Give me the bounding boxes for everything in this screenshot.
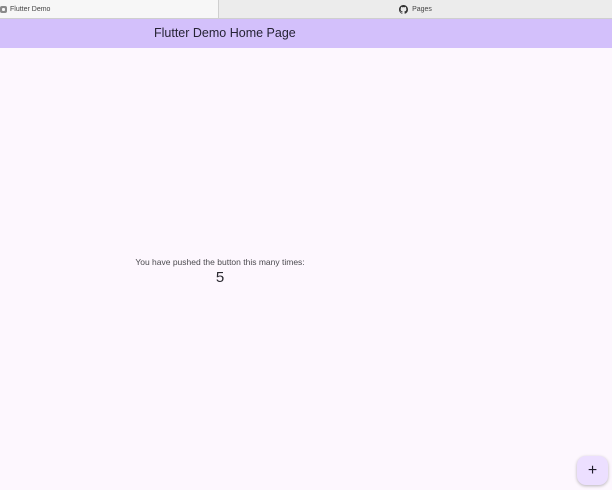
tab-pages[interactable]: Pages xyxy=(219,0,612,18)
page-title: Flutter Demo Home Page xyxy=(154,26,296,40)
increment-button[interactable]: + xyxy=(577,456,608,485)
tab-label: Pages xyxy=(412,5,432,13)
plus-icon: + xyxy=(587,461,598,479)
main-content: You have pushed the button this many tim… xyxy=(0,48,440,490)
app-bar: Flutter Demo Home Page xyxy=(0,19,612,48)
counter-label: You have pushed the button this many tim… xyxy=(135,257,305,267)
github-icon xyxy=(399,4,409,14)
counter-value: 5 xyxy=(215,269,225,286)
tab-label: Flutter Demo xyxy=(10,5,51,13)
flutter-icon xyxy=(0,5,7,13)
browser-tab-bar: Flutter Demo Pages xyxy=(0,0,612,19)
tab-flutter-demo[interactable]: Flutter Demo xyxy=(0,0,219,18)
